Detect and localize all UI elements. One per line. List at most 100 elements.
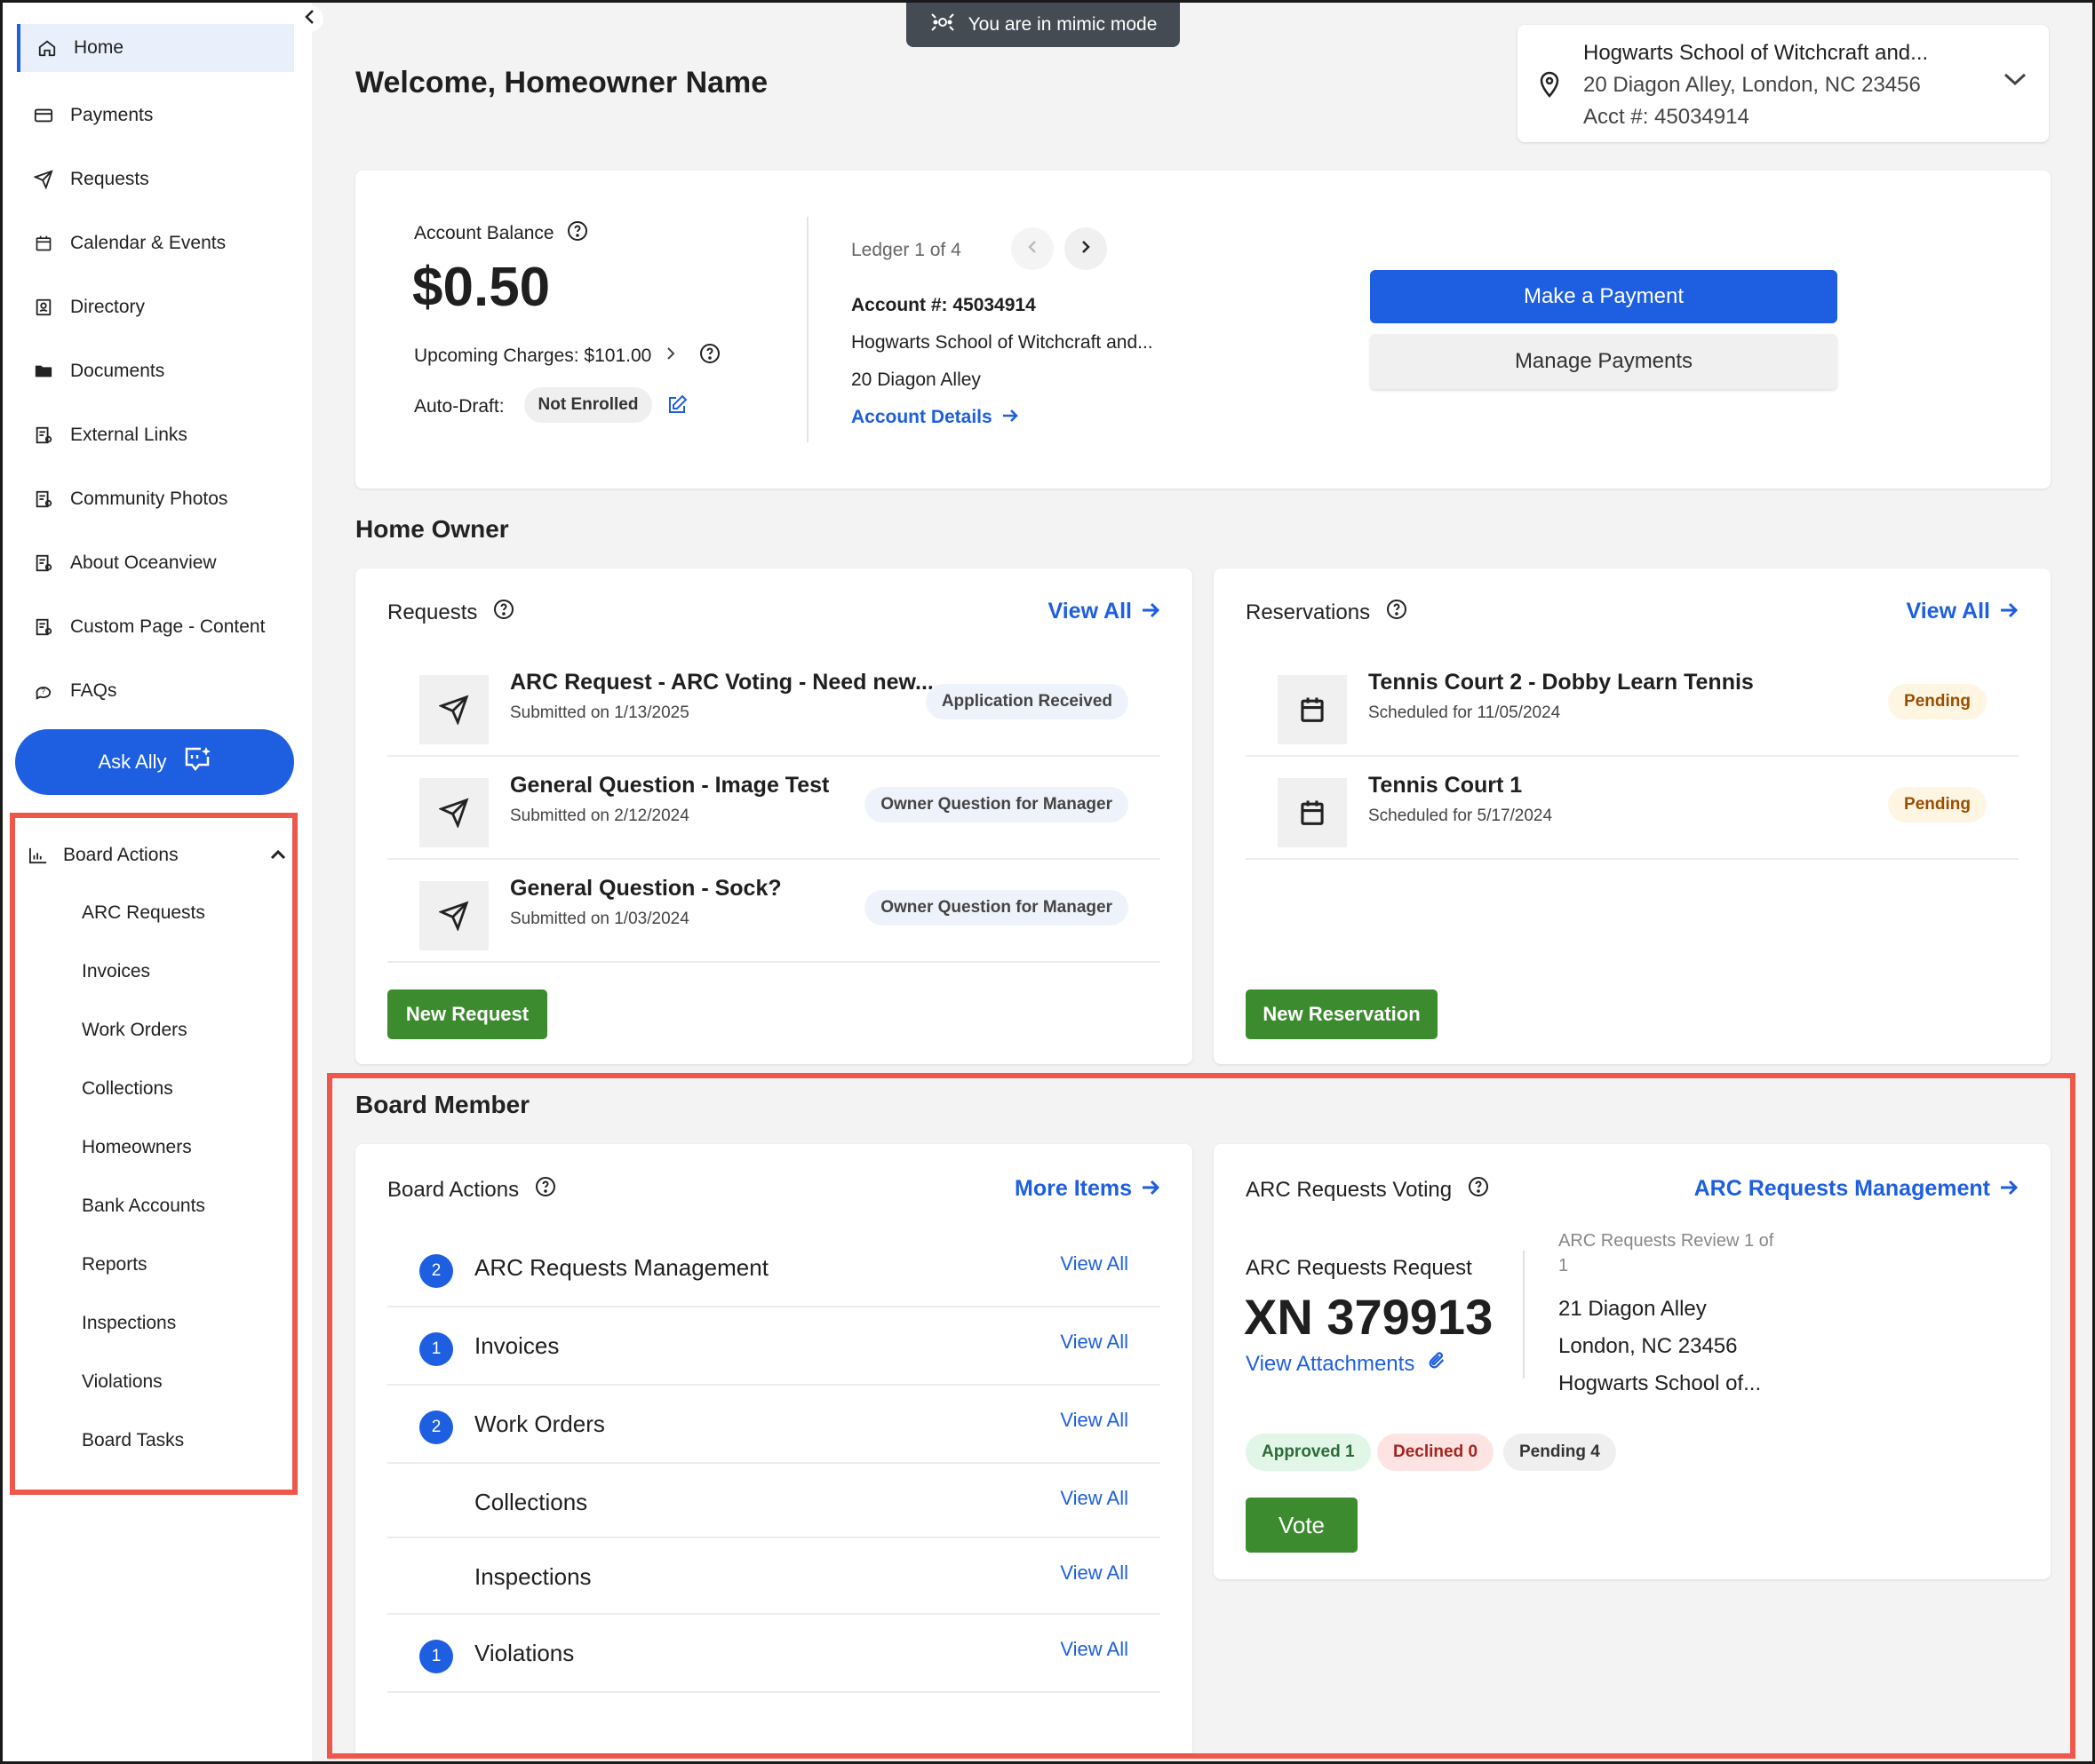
account-details-link[interactable]: Account Details [851, 407, 1019, 428]
document-link-icon [31, 615, 56, 640]
board-nav-work-orders[interactable]: Work Orders [82, 1020, 187, 1041]
sidebar-item-label: Community Photos [70, 489, 228, 509]
help-icon[interactable] [1468, 1176, 1489, 1204]
board-nav-arc-requests[interactable]: ARC Requests [82, 902, 205, 924]
board-nav-invoices[interactable]: Invoices [82, 961, 150, 982]
board-action-row[interactable]: Inspections View All [387, 1538, 1160, 1615]
view-all-link[interactable]: View All [1060, 1409, 1128, 1432]
reservation-date: Scheduled for 11/05/2024 [1368, 703, 1561, 722]
pending-count-badge: Pending 4 [1503, 1434, 1616, 1471]
sidebar-item-directory[interactable]: Directory [17, 283, 294, 331]
status-badge: Owner Question for Manager [864, 890, 1128, 926]
ledger-next-button[interactable] [1064, 227, 1107, 270]
ledger-account-number: Account #: 45034914 [851, 295, 1036, 315]
arc-address-line1: 21 Diagon Alley [1558, 1297, 1707, 1321]
request-row[interactable]: General Question - Sock? Submitted on 1/… [387, 860, 1160, 963]
board-nav-board-tasks[interactable]: Board Tasks [82, 1430, 184, 1451]
sidebar-item-label: Custom Page - Content [70, 616, 266, 637]
sidebar-item-label: Directory [70, 297, 146, 317]
sidebar-item-payments[interactable]: Payments [17, 91, 294, 139]
help-icon[interactable] [699, 343, 721, 369]
chevron-left-icon [1027, 239, 1038, 259]
sidebar-item-about[interactable]: About Oceanview [17, 539, 294, 587]
board-nav-bank-accounts[interactable]: Bank Accounts [82, 1196, 205, 1217]
ledger-prev-button[interactable] [1011, 227, 1054, 270]
sidebar-item-custom-page[interactable]: Custom Page - Content [17, 603, 294, 651]
board-nav-inspections[interactable]: Inspections [82, 1313, 176, 1334]
help-icon[interactable] [1386, 599, 1407, 626]
view-all-link[interactable]: View All [1060, 1487, 1128, 1510]
count-badge: 2 [419, 1410, 453, 1444]
upcoming-charges[interactable]: Upcoming Charges: $101.00 [414, 343, 721, 369]
board-action-row[interactable]: 1 Invoices View All [387, 1307, 1160, 1386]
board-action-label: Collections [474, 1489, 588, 1515]
board-action-row[interactable]: 2 Work Orders View All [387, 1386, 1160, 1464]
board-action-row[interactable]: Collections View All [387, 1464, 1160, 1538]
requests-view-all-label: View All [1048, 599, 1132, 624]
account-selector-name: Hogwarts School of Witchcraft and... [1583, 41, 1929, 65]
manage-payments-button[interactable]: Manage Payments [1370, 334, 1837, 389]
board-nav-homeowners[interactable]: Homeowners [82, 1137, 192, 1158]
board-action-label: ARC Requests Management [474, 1254, 769, 1281]
arc-divider [1523, 1251, 1525, 1379]
sidebar-item-home[interactable]: Home [17, 24, 294, 72]
new-reservation-button[interactable]: New Reservation [1246, 989, 1438, 1039]
sidebar-item-documents[interactable]: Documents [17, 347, 294, 395]
arrow-right-icon [1001, 407, 1019, 428]
arc-address-line3: Hogwarts School of... [1558, 1371, 1762, 1395]
account-selector[interactable]: Hogwarts School of Witchcraft and... 20 … [1517, 25, 2049, 142]
sidebar-item-label: Documents [70, 361, 165, 381]
requests-card-title: Requests [387, 599, 514, 626]
sidebar-item-community-photos[interactable]: Community Photos [17, 475, 294, 523]
board-nav-collections[interactable]: Collections [82, 1078, 173, 1100]
reservation-row[interactable]: Tennis Court 1 Scheduled for 5/17/2024 P… [1246, 757, 2019, 860]
help-icon[interactable] [535, 1176, 556, 1204]
board-nav-violations[interactable]: Violations [82, 1371, 163, 1393]
board-action-row[interactable]: 2 ARC Requests Management View All [387, 1229, 1160, 1307]
board-actions-toggle[interactable]: Board Actions [26, 838, 287, 873]
home-owner-heading: Home Owner [355, 515, 509, 543]
account-balance-card: Account Balance $0.50 Upcoming Charges: … [355, 171, 2051, 489]
reservation-title: Tennis Court 1 [1368, 773, 1523, 798]
arrow-right-icon [1141, 599, 1160, 624]
new-request-button[interactable]: New Request [387, 989, 547, 1039]
paper-plane-icon [419, 675, 489, 744]
help-icon[interactable] [493, 599, 514, 626]
sidebar-item-faqs[interactable]: ? FAQs [17, 667, 294, 715]
sidebar-item-label: About Oceanview [70, 552, 217, 573]
request-date: Submitted on 1/03/2024 [510, 910, 689, 928]
collapse-sidebar-button[interactable] [297, 5, 323, 32]
view-all-link[interactable]: View All [1060, 1561, 1128, 1585]
board-action-label: Work Orders [474, 1410, 605, 1437]
arc-requests-management-link[interactable]: ARC Requests Management [1694, 1176, 2019, 1202]
make-payment-button[interactable]: Make a Payment [1370, 270, 1837, 323]
arc-request-label: ARC Requests Request [1246, 1256, 1472, 1280]
request-row[interactable]: ARC Request - ARC Voting - Need new... S… [387, 654, 1160, 757]
status-badge: Pending [1888, 684, 1987, 719]
board-action-row[interactable]: 1 Violations View All [387, 1615, 1160, 1693]
edit-icon[interactable] [666, 394, 688, 420]
view-attachments-link[interactable]: View Attachments [1246, 1350, 1446, 1378]
sidebar-item-requests[interactable]: Requests [17, 155, 294, 203]
more-items-link[interactable]: More Items [1015, 1176, 1160, 1202]
request-date: Submitted on 2/12/2024 [510, 807, 689, 825]
sidebar-item-calendar[interactable]: Calendar & Events [17, 219, 294, 267]
view-all-link[interactable]: View All [1060, 1252, 1128, 1275]
arc-request-id: XN 379913 [1244, 1289, 1494, 1345]
vote-button[interactable]: Vote [1246, 1498, 1358, 1553]
paperclip-icon [1427, 1350, 1446, 1378]
help-icon[interactable] [567, 220, 588, 247]
ask-ally-button[interactable]: Ask Ally [15, 729, 294, 795]
view-all-link[interactable]: View All [1060, 1331, 1128, 1354]
board-nav-reports[interactable]: Reports [82, 1254, 147, 1275]
reservation-row[interactable]: Tennis Court 2 - Dobby Learn Tennis Sche… [1246, 654, 2019, 757]
auto-draft-status: Not Enrolled [524, 387, 652, 423]
request-row[interactable]: General Question - Image Test Submitted … [387, 757, 1160, 860]
board-action-label: Violations [474, 1640, 575, 1666]
arc-review-indicator: ARC Requests Review 1 of [1558, 1231, 1774, 1251]
status-badge: Owner Question for Manager [864, 787, 1128, 822]
reservations-view-all-link[interactable]: View All [1907, 599, 2019, 624]
sidebar-item-external-links[interactable]: External Links [17, 411, 294, 459]
requests-view-all-link[interactable]: View All [1048, 599, 1160, 624]
view-all-link[interactable]: View All [1060, 1638, 1128, 1661]
